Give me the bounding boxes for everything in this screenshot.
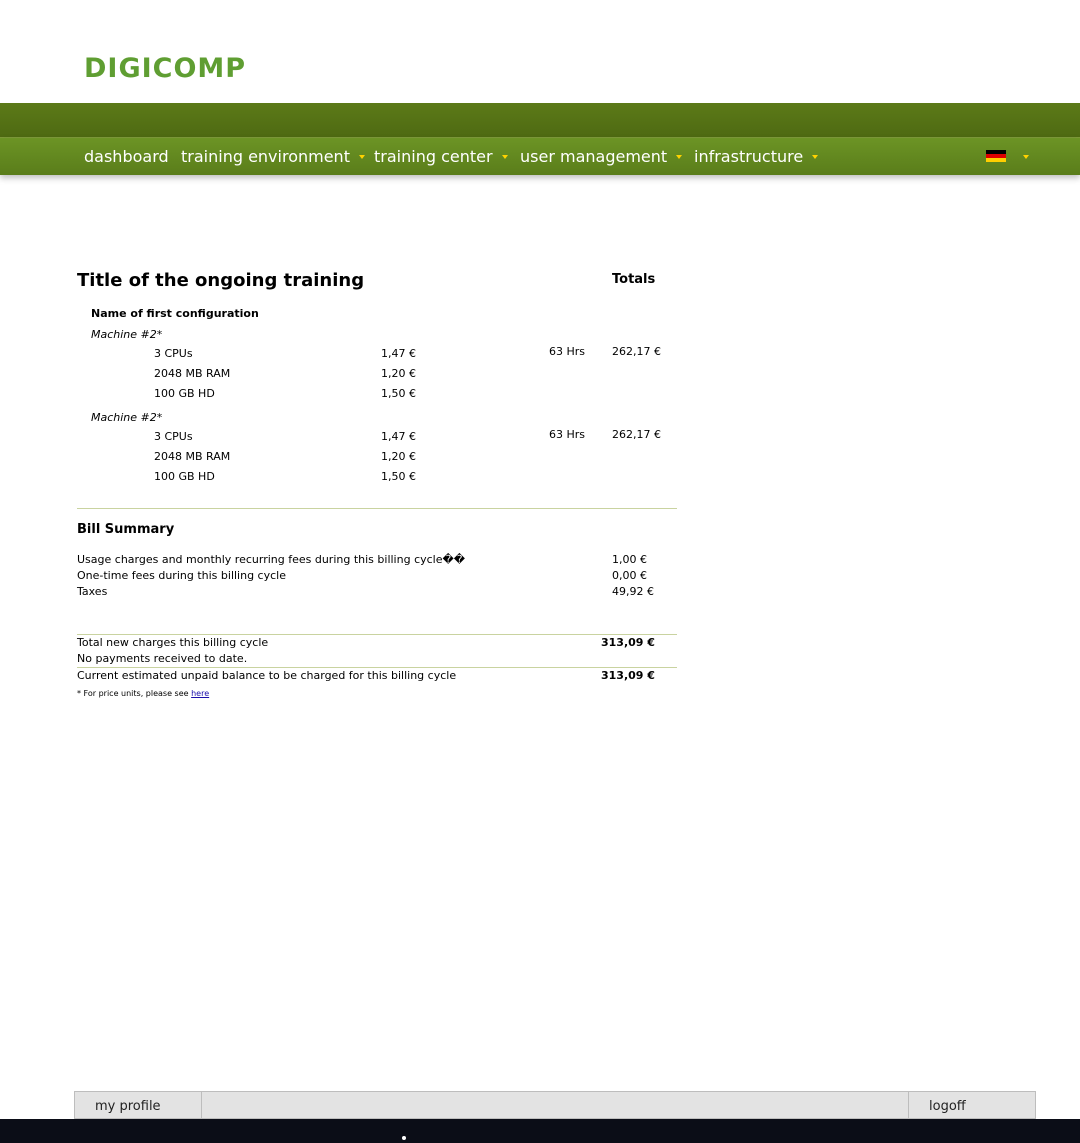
bill-summary-heading: Bill Summary bbox=[77, 522, 175, 537]
digicomp-logo[interactable]: DIGICOMP bbox=[84, 53, 246, 84]
main-navigation: dashboard training environment training … bbox=[0, 138, 1080, 175]
background-strip bbox=[0, 1119, 1080, 1143]
resource-label: 3 CPUs bbox=[154, 430, 193, 443]
nav-user-management[interactable]: user management bbox=[520, 147, 683, 166]
logoff-button[interactable]: logoff bbox=[908, 1092, 1035, 1118]
training-title: Title of the ongoing training bbox=[77, 270, 365, 291]
machine-hours: 63 Hrs bbox=[549, 428, 586, 441]
machine-hours: 63 Hrs bbox=[549, 345, 586, 358]
summary-line-amount: 0,00 € bbox=[612, 569, 647, 582]
chevron-down-icon bbox=[501, 154, 508, 159]
resource-label: 2048 MB RAM bbox=[154, 450, 231, 463]
configuration-name: Name of first configuration bbox=[91, 307, 259, 320]
resource-price: 1,50 € bbox=[381, 387, 416, 400]
resource-label: 3 CPUs bbox=[154, 347, 193, 360]
machine-total: 262,17 € bbox=[612, 345, 661, 358]
payments-status: No payments received to date. bbox=[77, 652, 248, 665]
nav-infrastructure[interactable]: infrastructure bbox=[694, 147, 819, 166]
totals-heading: Totals bbox=[612, 272, 656, 287]
machine-total: 262,17 € bbox=[612, 428, 661, 441]
nav-training-environment[interactable]: training environment bbox=[181, 147, 365, 166]
total-charges-label: Total new charges this billing cycle bbox=[77, 636, 269, 649]
german-flag-icon[interactable] bbox=[986, 150, 1006, 162]
resource-label: 2048 MB RAM bbox=[154, 367, 231, 380]
resource-price: 1,50 € bbox=[381, 470, 416, 483]
chevron-down-icon bbox=[358, 154, 365, 159]
footer-bar: my profile logoff bbox=[74, 1091, 1036, 1119]
total-divider bbox=[77, 634, 677, 635]
resource-price: 1,47 € bbox=[381, 430, 416, 443]
machine-name: Machine #2* bbox=[91, 411, 163, 424]
price-units-link[interactable]: here bbox=[191, 689, 209, 698]
top-bar bbox=[0, 103, 1080, 138]
nav-training-center[interactable]: training center bbox=[374, 147, 508, 166]
summary-line-label: Taxes bbox=[77, 585, 108, 598]
summary-line-label: Usage charges and monthly recurring fees… bbox=[77, 553, 466, 566]
price-units-note: * For price units, please see here bbox=[77, 689, 209, 698]
nav-dashboard-label: dashboard bbox=[84, 147, 169, 166]
star-decoration bbox=[402, 1136, 406, 1140]
machine-name: Machine #2* bbox=[91, 328, 163, 341]
total-charges-amount: 313,09 € bbox=[601, 636, 655, 649]
price-units-note-text: * For price units, please see bbox=[77, 689, 189, 698]
nav-dashboard[interactable]: dashboard bbox=[84, 147, 169, 166]
my-profile-button[interactable]: my profile bbox=[75, 1092, 202, 1118]
summary-line-label: One-time fees during this billing cycle bbox=[77, 569, 286, 582]
nav-training-center-label: training center bbox=[374, 147, 493, 166]
resource-price: 1,20 € bbox=[381, 450, 416, 463]
section-divider bbox=[77, 508, 677, 509]
nav-user-management-label: user management bbox=[520, 147, 668, 166]
summary-line-amount: 49,92 € bbox=[612, 585, 654, 598]
language-chevron-down-icon[interactable] bbox=[1023, 155, 1029, 159]
balance-amount: 313,09 € bbox=[601, 669, 655, 682]
resource-price: 1,47 € bbox=[381, 347, 416, 360]
resource-price: 1,20 € bbox=[381, 367, 416, 380]
chevron-down-icon bbox=[676, 154, 683, 159]
resource-label: 100 GB HD bbox=[154, 470, 215, 483]
resource-label: 100 GB HD bbox=[154, 387, 215, 400]
balance-label: Current estimated unpaid balance to be c… bbox=[77, 669, 457, 682]
summary-line-amount: 1,00 € bbox=[612, 553, 647, 566]
nav-infrastructure-label: infrastructure bbox=[694, 147, 804, 166]
balance-divider bbox=[77, 667, 677, 668]
nav-training-environment-label: training environment bbox=[181, 147, 350, 166]
chevron-down-icon bbox=[812, 154, 819, 159]
